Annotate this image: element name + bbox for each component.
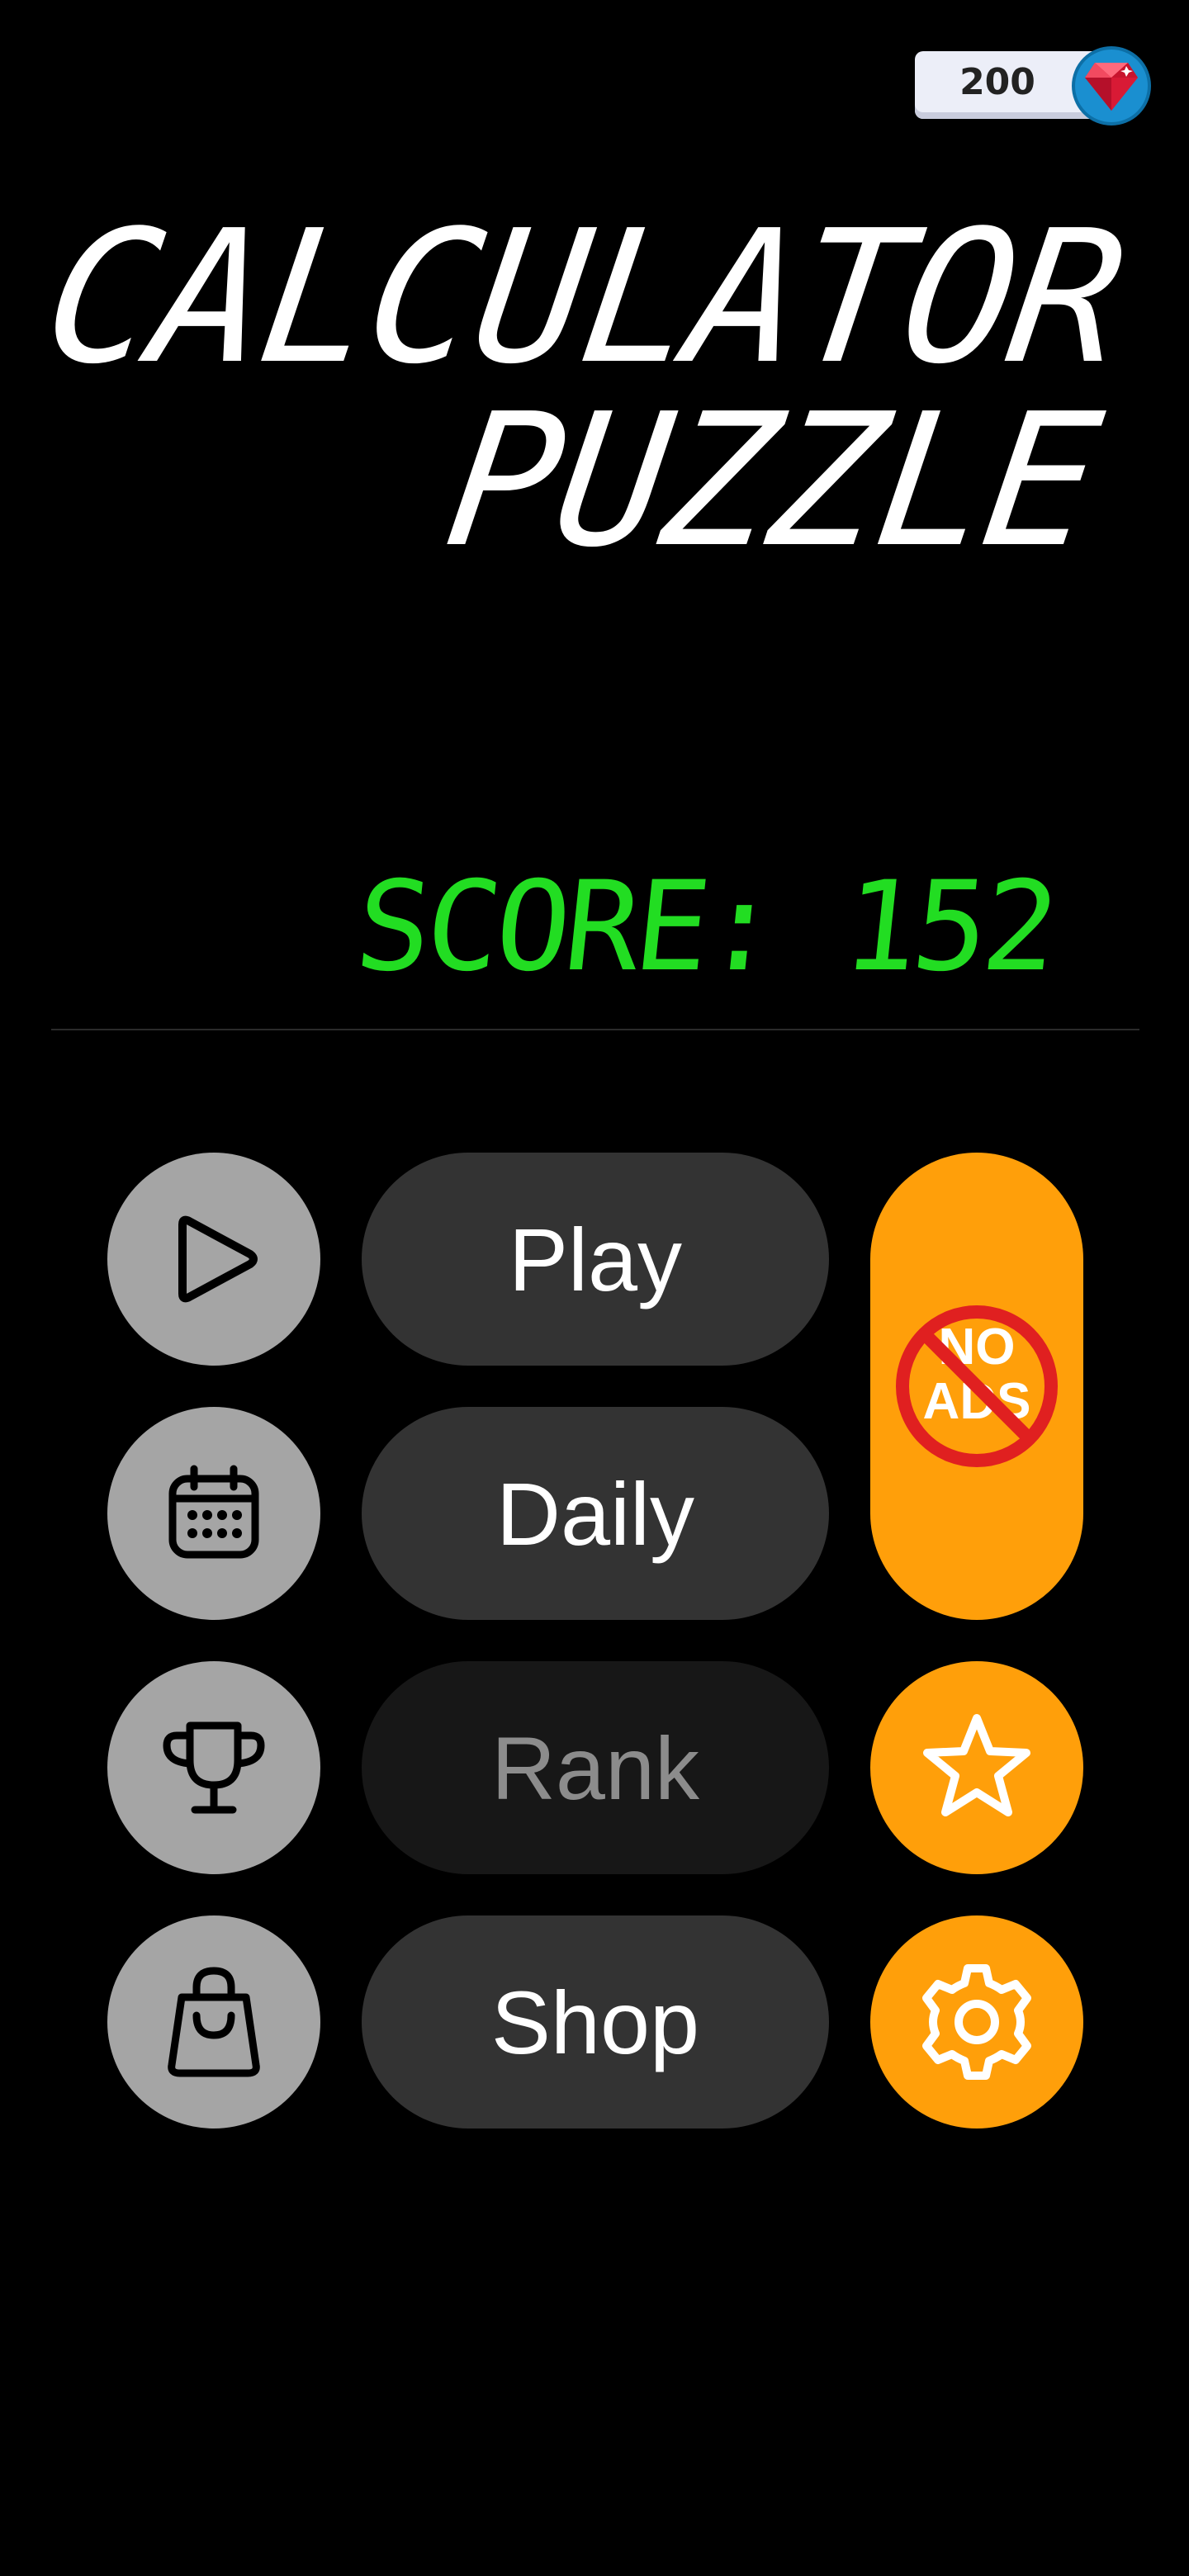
calendar-icon — [168, 1465, 259, 1559]
no-ads-button[interactable]: NO ADS — [870, 1153, 1083, 1620]
daily-icon-button[interactable] — [107, 1407, 320, 1620]
game-title-line-2: PUZZLE — [436, 375, 1109, 588]
play-icon — [178, 1215, 258, 1303]
rank-button-label: Rank — [490, 1717, 700, 1818]
play-icon-button[interactable] — [107, 1153, 320, 1366]
gem-counter[interactable]: 200 — [915, 46, 1154, 125]
rank-icon-button[interactable] — [107, 1661, 320, 1874]
red-gem-icon — [1072, 46, 1151, 125]
play-button-label: Play — [508, 1209, 683, 1309]
game-title: CALCULATOR PUZZLE — [7, 192, 1135, 588]
score-display: SCORE: 152 — [349, 855, 1060, 999]
game-title-line-1: CALCULATOR — [33, 192, 1135, 405]
rank-button[interactable]: Rank — [362, 1661, 829, 1874]
rate-button[interactable] — [870, 1661, 1083, 1874]
gem-count: 200 — [959, 61, 1035, 103]
shop-button-label: Shop — [490, 1972, 700, 2072]
score-label: SCORE: — [348, 855, 782, 999]
star-icon — [923, 1714, 1030, 1816]
daily-button-label: Daily — [495, 1463, 695, 1564]
divider — [51, 1029, 1139, 1030]
gear-icon — [922, 1964, 1031, 2080]
trophy-icon — [163, 1721, 265, 1814]
no-ads-icon: NO ADS — [894, 1304, 1059, 1469]
score-value: 152 — [836, 855, 1061, 999]
shop-icon-button[interactable] — [107, 1915, 320, 2129]
shop-button[interactable]: Shop — [362, 1915, 829, 2129]
settings-button[interactable] — [870, 1915, 1083, 2129]
daily-button[interactable]: Daily — [362, 1407, 829, 1620]
play-button[interactable]: Play — [362, 1153, 829, 1366]
prohibited-icon — [896, 1305, 1058, 1467]
shopping-bag-icon — [168, 1967, 260, 2077]
